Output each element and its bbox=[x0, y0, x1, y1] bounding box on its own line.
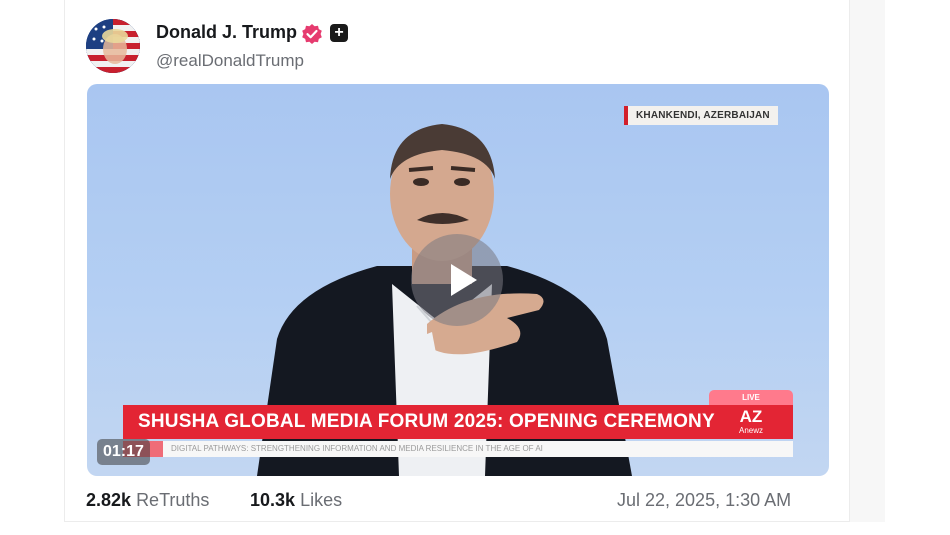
retruths-count[interactable]: 2.82k ReTruths bbox=[86, 490, 209, 511]
likes-label: Likes bbox=[300, 490, 343, 510]
likes-number: 10.3k bbox=[250, 490, 296, 510]
plus-icon: + bbox=[330, 24, 348, 42]
network-logo: AZ Anewz bbox=[729, 408, 773, 438]
network-name: Anewz bbox=[738, 426, 763, 435]
headline-text: SHUSHA GLOBAL MEDIA FORUM 2025: OPENING … bbox=[138, 411, 715, 432]
play-icon bbox=[451, 264, 477, 296]
retruths-label: ReTruths bbox=[136, 490, 210, 510]
video-duration: 01:17 bbox=[97, 439, 150, 465]
live-badge: LIVE bbox=[709, 390, 793, 406]
avatar-image bbox=[86, 19, 140, 73]
news-headline: SHUSHA GLOBAL MEDIA FORUM 2025: OPENING … bbox=[123, 405, 793, 439]
display-name[interactable]: Donald J. Trump bbox=[156, 22, 297, 43]
avatar[interactable] bbox=[86, 19, 140, 73]
post-timestamp[interactable]: Jul 22, 2025, 1:30 AM bbox=[617, 490, 791, 511]
ticker-text: DIGITAL PATHWAYS: STRENGTHENING INFORMAT… bbox=[171, 444, 543, 453]
video-player[interactable]: KHANKENDI, AZERBAIJAN LIVE SHUSHA GLOBAL… bbox=[87, 84, 829, 476]
verified-icon bbox=[302, 24, 322, 44]
side-gutter bbox=[850, 0, 885, 522]
news-ticker: DIGITAL PATHWAYS: STRENGTHENING INFORMAT… bbox=[123, 441, 793, 457]
play-button[interactable] bbox=[411, 234, 503, 326]
user-handle[interactable]: @realDonaldTrump bbox=[156, 51, 304, 71]
likes-count[interactable]: 10.3k Likes bbox=[250, 490, 342, 511]
location-tag: KHANKENDI, AZERBAIJAN bbox=[624, 106, 778, 125]
retruths-number: 2.82k bbox=[86, 490, 132, 510]
network-logo-mark: AZ bbox=[739, 407, 763, 426]
